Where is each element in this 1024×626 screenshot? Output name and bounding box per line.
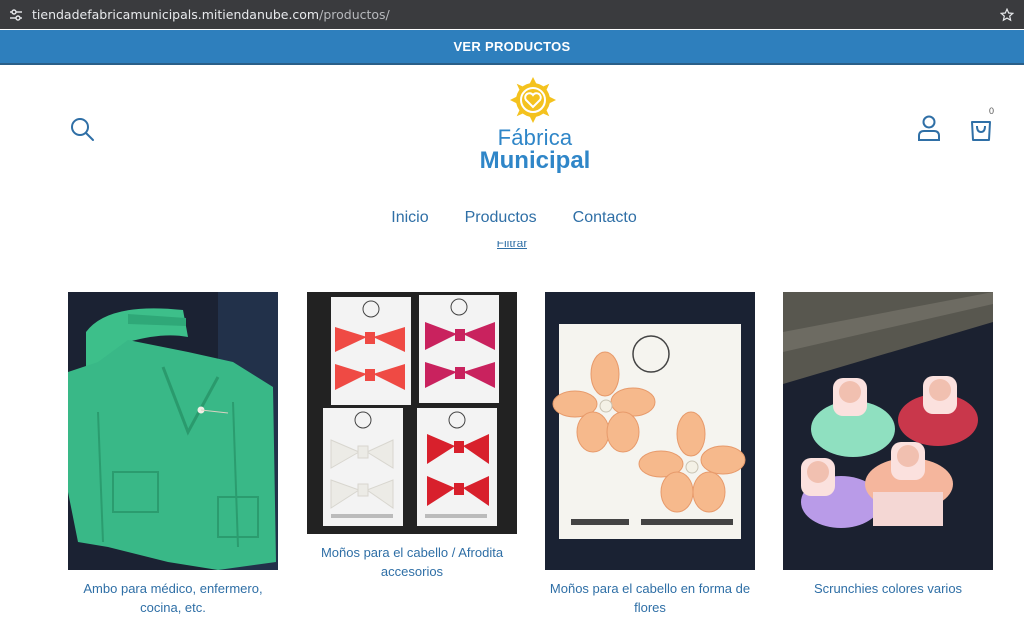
product-card[interactable]: Scrunchies colores varios [783, 292, 993, 598]
filter-link-container: Filtrar [0, 241, 1024, 255]
product-image-scrubs[interactable] [68, 292, 278, 570]
shopping-bag-icon[interactable] [968, 114, 994, 142]
promo-text: VER PRODUCTOS [453, 39, 571, 54]
promo-banner[interactable]: VER PRODUCTOS [0, 30, 1024, 65]
product-title[interactable]: Scrunchies colores varios [783, 579, 993, 598]
settings-tune-icon[interactable] [8, 7, 24, 23]
product-image-scrunchies[interactable] [783, 292, 993, 570]
sun-logo-icon [510, 77, 556, 123]
url-field[interactable]: tiendadefabricamunicipals.mitiendanube.c… [32, 7, 998, 22]
product-card[interactable]: Moños para el cabello en forma de flores [545, 292, 755, 617]
product-card[interactable]: Ambo para médico, enfermero, cocina, etc… [68, 292, 278, 617]
cart-count: 0 [989, 106, 995, 116]
product-card[interactable]: Moños para el cabello / Afrodita accesor… [307, 292, 517, 581]
store-header: Fábrica Municipal [0, 65, 1024, 205]
product-title[interactable]: Moños para el cabello en forma de flores [545, 579, 755, 617]
star-icon[interactable] [998, 6, 1016, 24]
product-image-bows[interactable] [307, 292, 517, 534]
filter-link[interactable]: Filtrar [496, 241, 528, 249]
url-path: /productos/ [319, 7, 390, 22]
product-title[interactable]: Moños para el cabello / Afrodita accesor… [307, 543, 517, 581]
product-image-flower-bows[interactable] [545, 292, 755, 570]
nav-item-productos[interactable]: Productos [461, 209, 537, 227]
nav-item-contacto[interactable]: Contacto [569, 209, 637, 227]
user-icon[interactable] [916, 114, 942, 142]
url-host: tiendadefabricamunicipals.mitiendanube.c… [32, 7, 320, 22]
product-title[interactable]: Ambo para médico, enfermero, cocina, etc… [68, 579, 278, 617]
nav-item-inicio[interactable]: Inicio [387, 209, 428, 227]
browser-address-bar: tiendadefabricamunicipals.mitiendanube.c… [0, 0, 1024, 29]
store-logo[interactable]: Fábrica Municipal [470, 77, 600, 177]
main-nav: Inicio Productos Contacto [0, 209, 1024, 227]
product-grid: Ambo para médico, enfermero, cocina, etc… [0, 292, 1024, 626]
search-icon[interactable] [68, 115, 96, 143]
brand-line-2: Municipal [479, 147, 591, 174]
